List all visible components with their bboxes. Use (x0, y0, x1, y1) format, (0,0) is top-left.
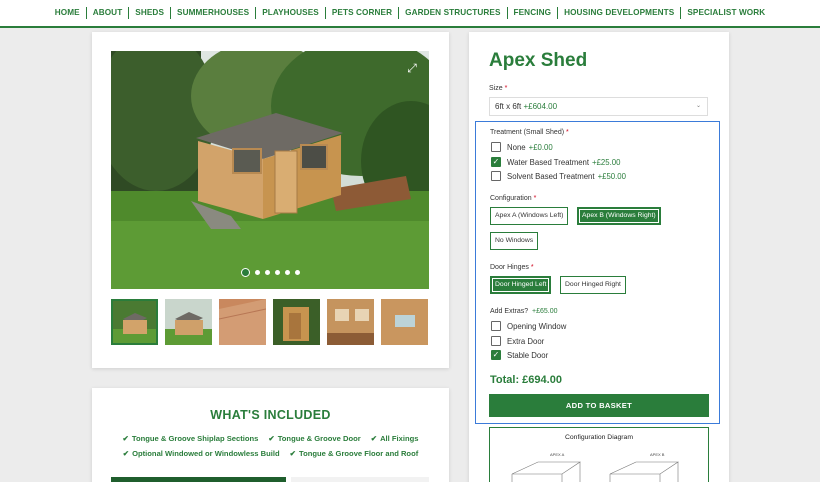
gallery-dot[interactable] (254, 270, 260, 275)
included-item: ✔ Tongue & Groove Floor and Roof (289, 449, 419, 458)
product-title: Apex Shed (489, 50, 588, 71)
config-no-windows-button[interactable]: No Windows (490, 232, 539, 250)
hinges-label: Door Hinges * (490, 264, 534, 271)
hinge-left-button[interactable]: Door Hinged Left (490, 276, 552, 294)
nav-about[interactable]: ABOUT (87, 7, 130, 19)
expand-icon[interactable]: ⤢ (405, 61, 419, 75)
thumbnail[interactable] (381, 299, 428, 345)
treatment-label: Treatment (Small Shed) * (490, 129, 569, 136)
gallery-dots (111, 268, 429, 277)
treatment-option-water[interactable]: ✓ Water Based Treatment +£25.00 (491, 157, 620, 167)
nav-garden-structures[interactable]: GARDEN STRUCTURES (399, 7, 508, 19)
nav-sheds[interactable]: SHEDS (129, 7, 172, 19)
product-gallery: ⤢ (92, 32, 449, 368)
configuration-label: Configuration * (490, 195, 537, 202)
included-item: ✔ Optional Windowed or Windowless Build (122, 449, 280, 458)
included-item: ✔ Tongue & Groove Door (268, 434, 361, 443)
nav-specialist-work[interactable]: SPECIALIST WORK (681, 7, 771, 19)
main-product-image[interactable]: ⤢ (111, 51, 429, 289)
diagram-label-a: APEX A (550, 452, 565, 457)
product-options-form: Treatment (Small Shed) * None +£0.00 ✓ Wa… (475, 121, 720, 424)
extra-extra-door[interactable]: Extra Door (491, 336, 544, 346)
main-nav: HOME ABOUT SHEDS SUMMERHOUSES PLAYHOUSES… (0, 0, 820, 28)
config-apex-b-button[interactable]: Apex B (Windows Right) (577, 207, 661, 225)
gallery-dot[interactable] (274, 270, 280, 275)
nav-pets-corner[interactable]: PETS CORNER (326, 7, 400, 19)
checkbox-checked[interactable]: ✓ (491, 157, 501, 167)
thumbnail[interactable] (273, 299, 320, 345)
treatment-option-solvent[interactable]: Solvent Based Treatment +£50.00 (491, 171, 626, 181)
extra-opening-window[interactable]: Opening Window (491, 321, 566, 331)
nav-fencing[interactable]: FENCING (508, 7, 559, 19)
thumbnail[interactable] (219, 299, 266, 345)
included-item: ✔ Tongue & Groove Shiplap Sections (122, 434, 259, 443)
tab-active[interactable] (111, 477, 286, 482)
thumbnail-strip (111, 299, 428, 345)
size-select[interactable]: 6ft x 6ft +£604.00 ⌄ (489, 97, 708, 116)
included-title: WHAT'S INCLUDED (210, 408, 331, 422)
checkbox[interactable] (491, 171, 501, 181)
nav-housing-developments[interactable]: HOUSING DEVELOPMENTS (558, 7, 682, 19)
checkbox[interactable] (491, 142, 501, 152)
extra-stable-door[interactable]: ✓ Stable Door (491, 350, 548, 360)
nav-playhouses[interactable]: PLAYHOUSES (256, 7, 326, 19)
add-to-basket-button[interactable]: ADD TO BASKET (489, 394, 709, 417)
hinge-right-button[interactable]: Door Hinged Right (560, 276, 626, 294)
checkbox-checked[interactable]: ✓ (491, 350, 501, 360)
config-apex-a-button[interactable]: Apex A (Windows Left) (490, 207, 569, 225)
thumbnail[interactable] (165, 299, 212, 345)
nav-summerhouses[interactable]: SUMMERHOUSES (171, 7, 257, 19)
checkbox[interactable] (491, 336, 501, 346)
treatment-option-none[interactable]: None +£0.00 (491, 142, 553, 152)
checkbox[interactable] (491, 321, 501, 331)
included-row: ✔ Tongue & Groove Shiplap Sections ✔ Tongu… (92, 434, 449, 443)
diagram-drawing: APEX A APEX B (511, 452, 679, 482)
extras-label: Add Extras? +£65.00 (490, 308, 558, 315)
tab-inactive[interactable] (291, 477, 429, 482)
chevron-down-icon: ⌄ (695, 103, 701, 109)
thumbnail[interactable] (327, 299, 374, 345)
gallery-dot[interactable] (294, 270, 300, 275)
gallery-dot[interactable] (284, 270, 290, 275)
whats-included-card: WHAT'S INCLUDED ✔ Tongue & Groove Shiplap… (92, 388, 449, 482)
included-row: ✔ Optional Windowed or Windowless Build ✔… (92, 449, 449, 458)
thumbnail[interactable] (111, 299, 158, 345)
configuration-diagram: Configuration Diagram APEX A APEX B (489, 427, 709, 482)
nav-home[interactable]: HOME (49, 7, 87, 19)
gallery-dot[interactable] (240, 268, 250, 277)
diagram-label-b: APEX B (650, 452, 665, 457)
total-price: Total: £694.00 (490, 374, 562, 386)
gallery-dot[interactable] (264, 270, 270, 275)
size-label: Size * (489, 85, 508, 92)
included-item: ✔ All Fixings (370, 434, 419, 443)
